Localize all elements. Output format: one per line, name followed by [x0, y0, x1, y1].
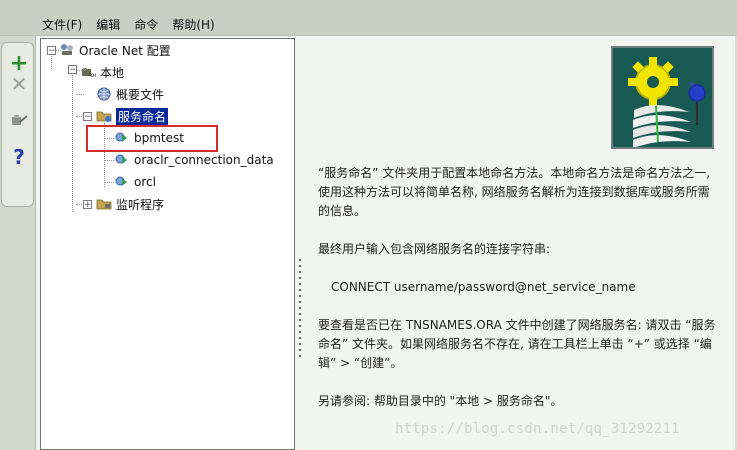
command-example: CONNECT username/password@net_service_na…: [331, 280, 636, 294]
details-pane: “服务命名” 文件夹用于配置本地命名方法。本地命名方法是命名方法之一, 使用这种…: [302, 36, 737, 450]
test-icon[interactable]: [8, 109, 30, 131]
svg-text:loc: loc: [89, 72, 96, 79]
service-naming-illustration: [611, 46, 714, 149]
tree-node-oracle-net[interactable]: Oracle Net 配置: [59, 41, 171, 59]
local-folder-icon: loc: [80, 64, 98, 80]
menu-help[interactable]: 帮助(H): [172, 16, 214, 33]
local-toggle[interactable]: −: [68, 65, 77, 75]
tree-label-oracle-net: Oracle Net 配置: [79, 43, 171, 58]
tree-node-oraclr-connection-data[interactable]: oraclr_connection_data: [114, 151, 274, 169]
test-icon-svg: [12, 115, 28, 125]
tree-label-orcl: orcl: [134, 175, 156, 189]
menu-edit[interactable]: 编辑: [96, 16, 120, 33]
tree-node-profile[interactable]: 概要文件: [96, 85, 164, 103]
left-toolbar: + ✕ ?: [0, 36, 36, 450]
tree-node-orcl[interactable]: orcl: [114, 173, 156, 191]
service-icon: [114, 152, 130, 168]
menu-bar: 文件(F) 编辑 命令 帮助(H): [0, 0, 737, 36]
watermark-text: https://blog.csdn.net/qq_31292211: [395, 421, 680, 437]
listener-folder-icon: [96, 196, 112, 212]
description-paragraph-3: 要查看是否已在 TNSNAMES.ORA 文件中创建了网络服务名: 请双击 “服…: [318, 318, 716, 370]
highlight-box: [86, 125, 218, 152]
tree-label-listener: 监听程序: [116, 197, 165, 212]
description-text: “服务命名” 文件夹用于配置本地命名方法。本地命名方法是命名方法之一, 使用这种…: [318, 164, 720, 430]
network-icon: [59, 42, 75, 58]
service-naming-toggle[interactable]: −: [83, 112, 92, 122]
x-icon[interactable]: ✕: [8, 73, 30, 95]
description-paragraph-2: 最终用户输入包含网络服务名的连接字符串:: [318, 242, 551, 256]
tree-label-service-naming: 服务命名: [116, 107, 169, 125]
toolbar-panel: + ✕ ?: [1, 42, 34, 207]
tree-label-profile: 概要文件: [116, 87, 165, 102]
tree-node-service-naming[interactable]: 服务命名: [96, 107, 169, 125]
tree-label-oraclr-connection-data: oraclr_connection_data: [134, 153, 274, 167]
question-icon[interactable]: ?: [8, 146, 30, 168]
folder-icon: [96, 108, 112, 124]
description-paragraph-1: “服务命名” 文件夹用于配置本地命名方法。本地命名方法是命名方法之一, 使用这种…: [318, 166, 711, 218]
description-paragraph-4: 另请参阅: 帮助目录中的 "本地 > 服务命名"。: [318, 394, 563, 408]
tree-node-local[interactable]: loc 本地: [80, 63, 124, 81]
listener-toggle[interactable]: +: [83, 200, 92, 210]
tree-node-listener[interactable]: 监听程序: [96, 195, 164, 213]
menu-items: 文件(F) 编辑 命令 帮助(H): [42, 16, 215, 33]
tree-pane: − Oracle Net 配置 − loc 本地 概要文件 − 服务命名 bpm…: [40, 38, 295, 450]
menu-command[interactable]: 命令: [134, 16, 158, 33]
globe-icon: [96, 86, 112, 102]
root-toggle[interactable]: −: [47, 46, 56, 56]
service-icon: [114, 174, 130, 190]
tree-label-local: 本地: [100, 65, 125, 80]
menu-file[interactable]: 文件(F): [42, 16, 82, 33]
